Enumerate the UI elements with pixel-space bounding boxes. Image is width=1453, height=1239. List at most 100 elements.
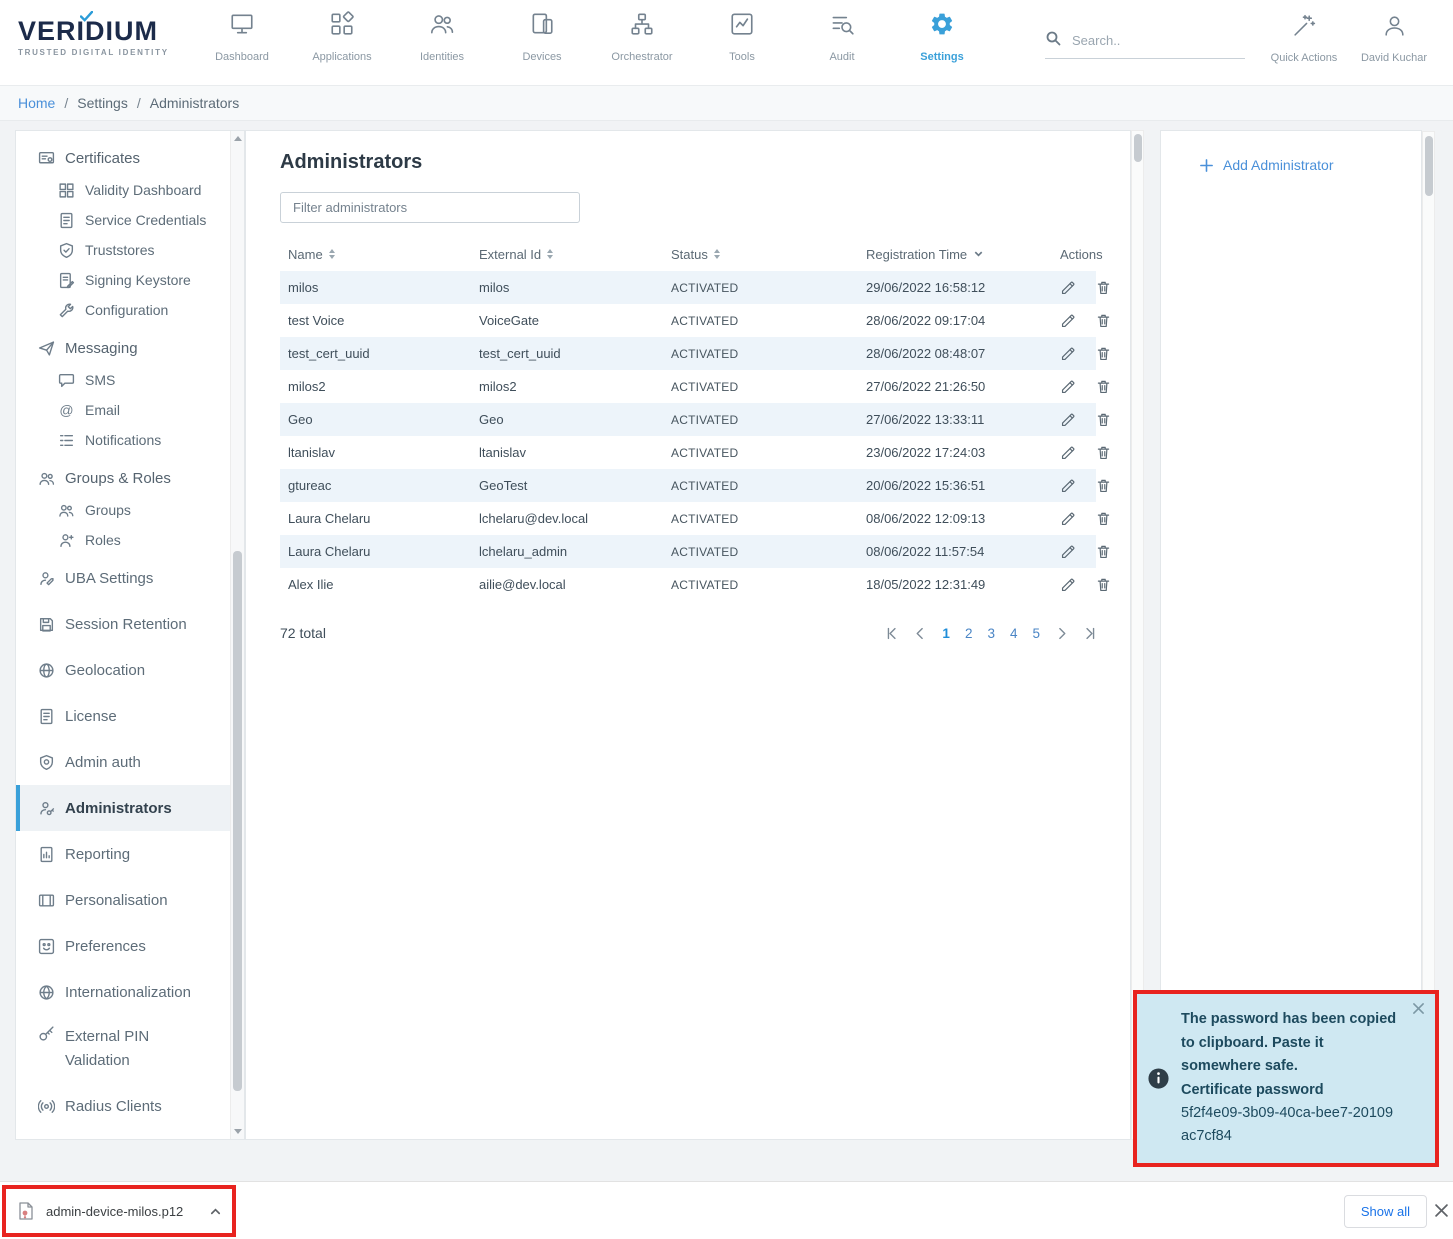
status-badge: ACTIVATED — [663, 370, 858, 403]
veridium-logo[interactable]: VERIDIUM TRUSTED DIGITAL IDENTITY — [18, 18, 169, 57]
delete-button[interactable] — [1095, 543, 1112, 560]
breadcrumb-settings[interactable]: Settings — [77, 95, 128, 111]
sidebar-item-sms[interactable]: SMS — [16, 365, 244, 395]
delete-button[interactable] — [1095, 477, 1112, 494]
breadcrumb-home[interactable]: Home — [18, 95, 55, 111]
delete-button[interactable] — [1095, 411, 1112, 428]
edit-button[interactable] — [1060, 345, 1077, 362]
sidebar-item-radius-clients[interactable]: Radius Clients — [16, 1083, 244, 1129]
edit-button[interactable] — [1060, 510, 1077, 527]
edit-button[interactable] — [1060, 378, 1077, 395]
edit-button[interactable] — [1060, 279, 1077, 296]
column-header-status[interactable]: Status — [671, 247, 720, 262]
cell-external-id: milos — [471, 271, 663, 304]
nav-item-settings[interactable]: Settings — [892, 11, 992, 63]
sidebar-item-reporting[interactable]: Reporting — [16, 831, 244, 877]
table-row: Geo Geo ACTIVATED 27/06/2022 13:33:11 — [280, 403, 1096, 436]
edit-button[interactable] — [1060, 477, 1077, 494]
column-header-name[interactable]: Name — [288, 247, 335, 262]
delete-button[interactable] — [1095, 345, 1112, 362]
page-number[interactable]: 2 — [965, 626, 973, 641]
sidebar-item-configuration[interactable]: Configuration — [16, 295, 244, 325]
delete-button[interactable] — [1095, 576, 1112, 593]
sidebar-item-truststores[interactable]: Truststores — [16, 235, 244, 265]
scrollbar-down-arrow[interactable] — [234, 1129, 242, 1134]
sidebar-item-service-credentials[interactable]: Service Credentials — [16, 205, 244, 235]
sidebar-item-internationalization[interactable]: Internationalization — [16, 969, 244, 1015]
page-number[interactable]: 1 — [942, 626, 950, 641]
sidebar-item-session-retention[interactable]: Session Retention — [16, 601, 244, 647]
sidebar-item-geolocation[interactable]: Geolocation — [16, 647, 244, 693]
cell-external-id: milos2 — [471, 370, 663, 403]
nav-item-orchestrator[interactable]: Orchestrator — [592, 11, 692, 63]
cell-name: Geo — [280, 403, 471, 436]
app-window: VERIDIUM TRUSTED DIGITAL IDENTITY Dashbo… — [0, 0, 1453, 1239]
toast-close-button[interactable] — [1411, 1000, 1426, 1019]
table-row: Laura Chelaru lchelaru@dev.local ACTIVAT… — [280, 502, 1096, 535]
nav-item-applications[interactable]: Applications — [292, 11, 392, 63]
page-number[interactable]: 3 — [987, 626, 995, 641]
nav-item-audit[interactable]: Audit — [792, 11, 892, 63]
sidebar-item-license[interactable]: License — [16, 693, 244, 739]
show-all-downloads-button[interactable]: Show all — [1344, 1195, 1427, 1228]
sidebar-item-external-pin-validation[interactable]: External PIN Validation — [16, 1015, 244, 1083]
delete-button[interactable] — [1095, 510, 1112, 527]
edit-button[interactable] — [1060, 312, 1077, 329]
edit-button[interactable] — [1060, 444, 1077, 461]
edit-button[interactable] — [1060, 543, 1077, 560]
nav-item-identities[interactable]: Identities — [392, 11, 492, 63]
sidebar-item-messaging[interactable]: Messaging — [16, 331, 244, 365]
page-title: Administrators — [280, 151, 1130, 174]
column-header-external-id[interactable]: External Id — [479, 247, 553, 262]
download-options-caret[interactable] — [209, 1205, 222, 1218]
sidebar-item-roles[interactable]: Roles — [16, 525, 244, 555]
scrollbar-up-arrow[interactable] — [234, 136, 242, 141]
sms-chat-icon — [58, 372, 75, 389]
next-page-button[interactable] — [1055, 627, 1068, 640]
sidebar-item-groups[interactable]: Groups — [16, 495, 244, 525]
cell-registration-time: 28/06/2022 09:17:04 — [858, 304, 1052, 337]
previous-page-button[interactable] — [914, 627, 927, 640]
filter-administrators-input[interactable] — [280, 192, 580, 223]
sidebar-item-validity-dashboard[interactable]: Validity Dashboard — [16, 175, 244, 205]
edit-button[interactable] — [1060, 576, 1077, 593]
scrollbar-thumb[interactable] — [1425, 136, 1433, 196]
nav-item-devices[interactable]: Devices — [492, 11, 592, 63]
sidebar-item-notifications[interactable]: Notifications — [16, 425, 244, 455]
first-page-button[interactable] — [886, 627, 899, 640]
delete-button[interactable] — [1095, 279, 1112, 296]
delete-button[interactable] — [1095, 312, 1112, 329]
add-administrator-button[interactable]: Add Administrator — [1199, 157, 1421, 173]
page-number[interactable]: 5 — [1032, 626, 1040, 641]
sidebar-item-administrators[interactable]: Administrators — [16, 785, 244, 831]
search-icon — [1045, 30, 1061, 51]
sidebar-item-groups-roles[interactable]: Groups & Roles — [16, 461, 244, 495]
sidebar-item-admin-auth[interactable]: Admin auth — [16, 739, 244, 785]
search-input[interactable] — [1070, 32, 1234, 49]
edit-button[interactable] — [1060, 411, 1077, 428]
shelf-close-button[interactable] — [1435, 1204, 1448, 1220]
sidebar-item-certificates[interactable]: Certificates — [16, 141, 244, 175]
sidebar-item-preferences[interactable]: Preferences — [16, 923, 244, 969]
sidebar-item-personalisation[interactable]: Personalisation — [16, 877, 244, 923]
sidebar-item-uba-settings[interactable]: UBA Settings — [16, 555, 244, 601]
cell-external-id: lchelaru_admin — [471, 535, 663, 568]
quick-actions-button[interactable]: Quick Actions — [1268, 13, 1340, 64]
sidebar-item-email[interactable]: @ Email — [16, 395, 244, 425]
delete-button[interactable] — [1095, 378, 1112, 395]
scrollbar-thumb[interactable] — [1134, 134, 1142, 162]
status-badge: ACTIVATED — [663, 403, 858, 436]
downloaded-file-chip[interactable]: admin-device-milos.p12 — [2, 1185, 236, 1237]
cell-external-id: Geo — [471, 403, 663, 436]
scrollbar-thumb[interactable] — [233, 551, 242, 1091]
column-header-registration-time[interactable]: Registration Time — [866, 247, 984, 262]
nav-item-dashboard[interactable]: Dashboard — [192, 11, 292, 63]
delete-button[interactable] — [1095, 444, 1112, 461]
nav-item-tools[interactable]: Tools — [692, 11, 792, 63]
sidebar-scrollbar[interactable] — [230, 131, 244, 1139]
user-menu[interactable]: David Kuchar — [1356, 13, 1432, 64]
last-page-button[interactable] — [1083, 627, 1096, 640]
sidebar-item-signing-keystore[interactable]: Signing Keystore — [16, 265, 244, 295]
page-number[interactable]: 4 — [1010, 626, 1018, 641]
content-scrollbar[interactable] — [1131, 130, 1144, 1140]
